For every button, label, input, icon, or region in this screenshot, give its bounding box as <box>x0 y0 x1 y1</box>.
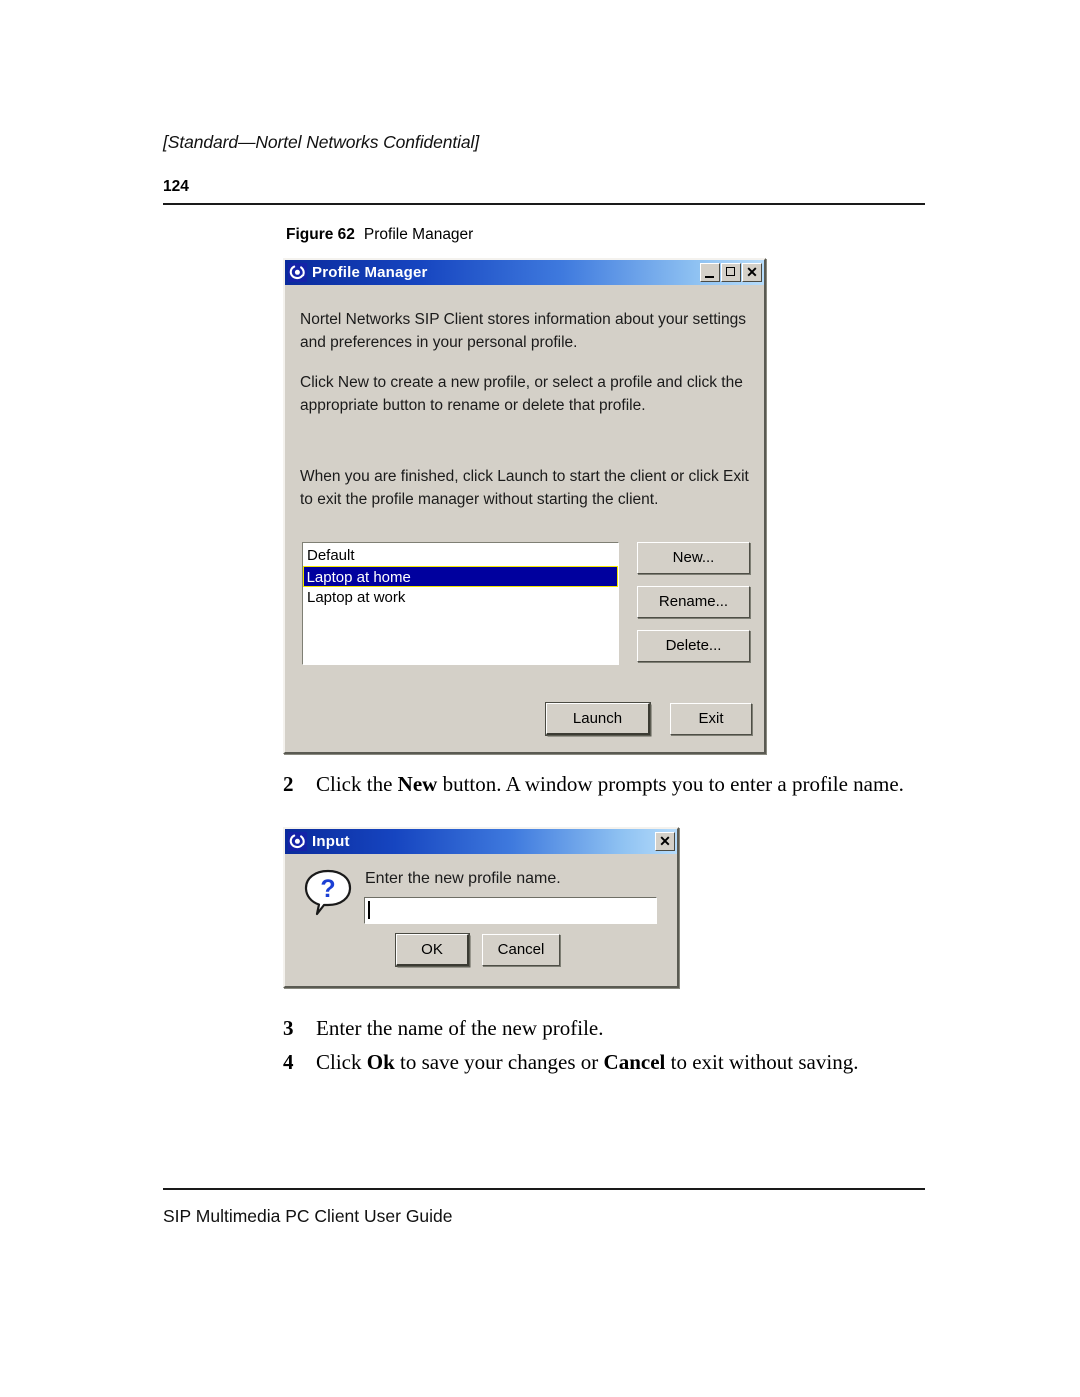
confidential-notice: [Standard—Nortel Networks Confidential] <box>163 132 480 152</box>
question-bubble-icon: ? <box>302 867 357 919</box>
input-dialog-titlebar[interactable]: Input ✕ <box>285 829 677 854</box>
java-swirl-icon <box>288 832 307 851</box>
close-button[interactable]: ✕ <box>742 263 762 282</box>
profile-list[interactable]: Default Laptop at home Laptop at work <box>302 542 619 665</box>
maximize-button[interactable] <box>721 263 741 282</box>
profile-manager-paragraph-1: Nortel Networks SIP Client stores inform… <box>300 311 746 351</box>
profile-manager-dialog: Profile Manager ✕ Nortel Networks SIP Cl… <box>283 258 766 754</box>
list-item[interactable]: Laptop at work <box>303 587 618 608</box>
step-4-number: 4 <box>283 1050 294 1074</box>
minimize-button[interactable] <box>700 263 720 282</box>
step-4-part-a: Click <box>316 1050 367 1074</box>
profile-manager-titlebar[interactable]: Profile Manager ✕ <box>285 260 764 285</box>
input-dialog-message: Enter the new profile name. <box>365 870 561 887</box>
maximize-icon <box>725 266 735 276</box>
step-4-bold-ok: Ok <box>366 1050 395 1074</box>
rename-profile-button[interactable]: Rename... <box>637 586 750 618</box>
step-3-number: 3 <box>283 1016 294 1040</box>
page-header: [Standard—Nortel Networks Confidential] … <box>163 132 925 196</box>
list-item[interactable]: Default <box>303 545 618 566</box>
list-item[interactable]: Laptop at home <box>303 566 618 587</box>
profile-manager-footer-buttons: Launch Exit <box>546 703 752 735</box>
step-2-bold-new: New <box>397 772 438 796</box>
figure-label: Figure 62 <box>286 226 355 243</box>
window-controls: ✕ <box>655 832 675 851</box>
step-2-number: 2 <box>283 772 294 796</box>
footer-divider <box>163 1188 925 1190</box>
profile-name-input[interactable] <box>364 897 657 924</box>
step-4-part-c: to exit without saving. <box>665 1050 859 1074</box>
step-4: 4 Click Ok to save your changes or Cance… <box>283 1050 858 1075</box>
window-controls: ✕ <box>700 263 762 282</box>
step-2: 2 Click the New button. A window prompts… <box>283 772 904 797</box>
profile-manager-title: Profile Manager <box>312 264 428 281</box>
svg-text:?: ? <box>320 875 335 903</box>
step-4-bold-cancel: Cancel <box>603 1050 666 1074</box>
launch-button[interactable]: Launch <box>546 703 650 735</box>
figure-caption: Figure 62 Profile Manager <box>286 226 473 244</box>
header-divider <box>163 203 925 205</box>
page-number: 124 <box>163 178 189 195</box>
step-3-text: Enter the name of the new profile. <box>316 1016 604 1040</box>
exit-button[interactable]: Exit <box>670 703 752 735</box>
profile-manager-paragraph-3: When you are finished, click Launch to s… <box>300 468 749 508</box>
input-dialog-buttons: OK Cancel <box>396 934 560 966</box>
profile-action-buttons: New... Rename... Delete... <box>637 542 750 662</box>
step-2-part-b: button. A window prompts you to enter a … <box>437 772 904 796</box>
step-4-part-b: to save your changes or <box>394 1050 604 1074</box>
java-swirl-icon <box>288 263 307 282</box>
minimize-icon <box>704 275 714 278</box>
new-profile-button[interactable]: New... <box>637 542 750 574</box>
cancel-button[interactable]: Cancel <box>482 934 560 966</box>
step-2-part-a: Click the <box>316 772 398 796</box>
close-icon: ✕ <box>746 264 758 280</box>
step-4-text: Click Ok to save your changes or Cancel … <box>316 1050 858 1075</box>
figure-title: Profile Manager <box>363 226 474 243</box>
input-dialog: Input ✕ ? Enter the new profile name. OK… <box>283 827 679 988</box>
step-2-text: Click the New button. A window prompts y… <box>316 772 904 797</box>
input-dialog-title: Input <box>312 833 350 850</box>
step-3: 3 Enter the name of the new profile. <box>283 1016 603 1041</box>
footer-title: SIP Multimedia PC Client User Guide <box>163 1206 453 1226</box>
close-button[interactable]: ✕ <box>655 832 675 851</box>
text-caret <box>368 901 370 919</box>
ok-button[interactable]: OK <box>396 934 469 966</box>
profile-manager-paragraph-2: Click New to create a new profile, or se… <box>300 374 743 414</box>
delete-profile-button[interactable]: Delete... <box>637 630 750 662</box>
close-icon: ✕ <box>659 833 671 849</box>
